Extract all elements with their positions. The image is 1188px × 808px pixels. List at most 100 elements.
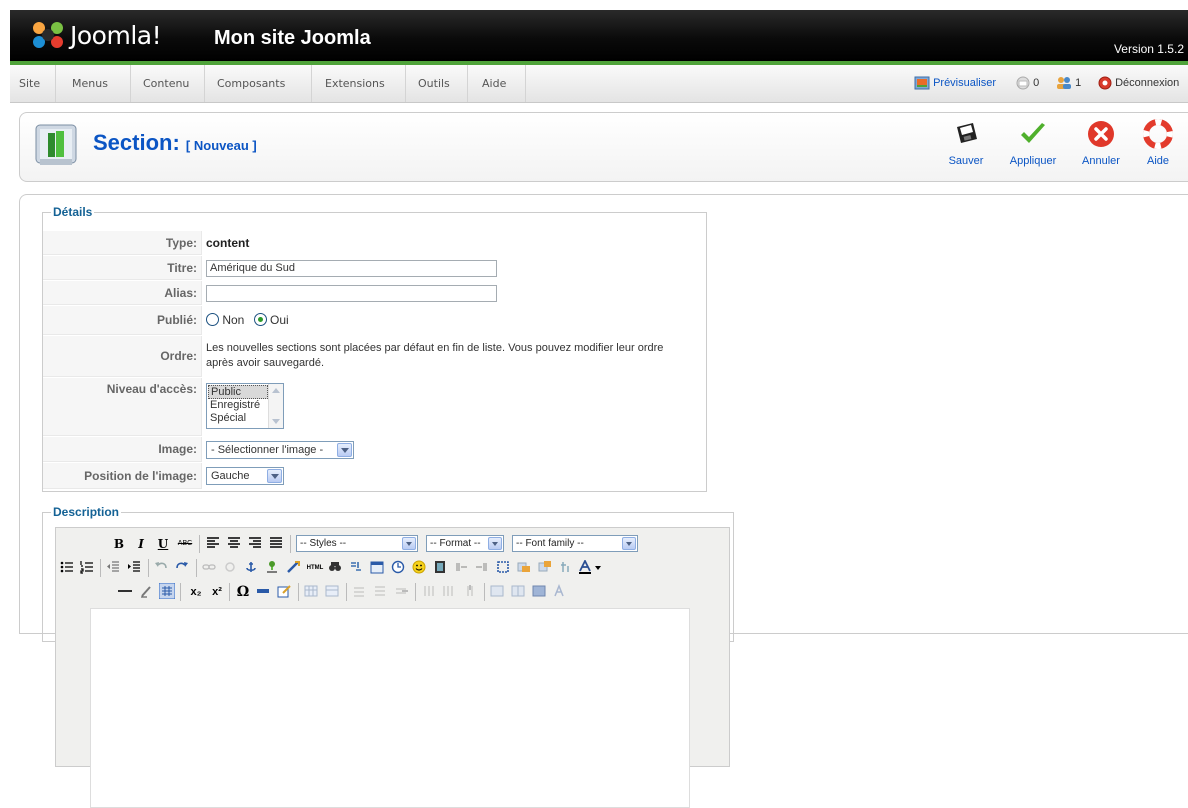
menu-composants[interactable]: Composants (205, 65, 312, 102)
header-bar: Joomla! Mon site Joomla Version 1.5.2 (10, 10, 1188, 61)
bold-button[interactable]: B (109, 534, 129, 554)
description-fieldset: Description B I U ABC -- Styles -- -- Fo… (42, 505, 734, 808)
absolute-icon[interactable] (538, 560, 552, 574)
logout-link[interactable]: Déconnexion (1098, 65, 1179, 102)
scroll-up-icon (272, 388, 280, 393)
undo-icon[interactable] (154, 560, 168, 574)
format-select-value: -- Format -- (430, 538, 481, 549)
delete-col-icon[interactable] (463, 584, 477, 598)
alias-input[interactable] (206, 285, 497, 302)
special-char-button[interactable]: Ω (233, 582, 253, 602)
media-icon[interactable] (433, 560, 447, 574)
menu-site[interactable]: Site (10, 65, 56, 102)
cleanup-icon[interactable] (286, 560, 300, 574)
html-button[interactable]: HTML (305, 558, 325, 578)
messages-status[interactable]: 0 (1016, 65, 1039, 102)
redo-icon[interactable] (175, 560, 189, 574)
cancel-button[interactable]: Annuler (1077, 119, 1125, 179)
align-center-icon[interactable] (227, 536, 241, 550)
superscript-button[interactable]: x² (207, 582, 227, 602)
table-props-icon[interactable] (325, 584, 339, 598)
alias-label: Alias: (43, 281, 202, 305)
joomla-logo-icon (33, 22, 63, 48)
edit-icon[interactable] (277, 584, 291, 598)
horizontal-rule-icon[interactable] (118, 584, 132, 598)
separator (290, 535, 291, 553)
anchor-icon[interactable] (244, 560, 258, 574)
style-props-icon[interactable] (559, 560, 573, 574)
published-no-radio[interactable] (206, 313, 219, 326)
image-position-select[interactable]: Gauche (206, 467, 284, 485)
order-text: Les nouvelles sections sont placées par … (206, 342, 664, 369)
subscript-button[interactable]: x₂ (186, 582, 206, 602)
image-select[interactable]: - Sélectionner l'image - (206, 441, 354, 459)
indent-icon[interactable] (127, 560, 141, 574)
type-value: content (206, 236, 250, 250)
menu-extensions[interactable]: Extensions (312, 65, 406, 102)
save-button[interactable]: Sauver (944, 119, 988, 179)
align-right-icon[interactable] (248, 536, 262, 550)
order-label: Ordre: (43, 336, 202, 377)
menu-contenu[interactable]: Contenu (131, 65, 205, 102)
link-icon[interactable] (202, 560, 216, 574)
separator (298, 583, 299, 601)
format-select[interactable]: -- Format -- (426, 535, 504, 552)
access-option-special[interactable]: Spécial (210, 412, 246, 425)
preview-link[interactable]: Prévisualiser (914, 65, 996, 102)
cancel-button-label: Annuler (1082, 155, 1120, 167)
delete-row-icon[interactable] (394, 584, 408, 598)
row-before-icon[interactable] (352, 584, 366, 598)
chevron-down-icon[interactable] (595, 566, 601, 570)
search-icon[interactable] (328, 560, 342, 574)
layer-icon[interactable] (517, 560, 531, 574)
visual-aid-icon[interactable] (159, 583, 175, 599)
logout-icon (1098, 76, 1112, 90)
access-option-registered[interactable]: Enregistré (210, 399, 260, 412)
unlink-icon[interactable] (223, 560, 237, 574)
merge-cells-icon[interactable] (511, 584, 525, 598)
insert-time-icon[interactable] (391, 560, 405, 574)
menu-menus[interactable]: Menus (56, 65, 131, 102)
remove-format-icon[interactable] (139, 584, 153, 598)
users-status[interactable]: 1 (1056, 65, 1081, 102)
insert-date-icon[interactable] (370, 560, 384, 574)
outdent-icon[interactable] (106, 560, 120, 574)
align-justify-icon[interactable] (269, 536, 283, 550)
title-input[interactable]: Amérique du Sud (206, 260, 497, 277)
italic-button[interactable]: I (131, 534, 151, 554)
spellcheck-icon[interactable] (553, 584, 567, 598)
access-scrollbar[interactable] (268, 384, 283, 428)
fullscreen-icon[interactable] (496, 560, 510, 574)
published-yes-radio[interactable] (253, 313, 267, 326)
help-button[interactable]: Aide (1138, 119, 1178, 179)
replace-icon[interactable] (349, 560, 363, 574)
row-after-icon[interactable] (373, 584, 387, 598)
numbered-list-icon[interactable] (80, 560, 94, 574)
table-icon[interactable] (304, 584, 318, 598)
section-page-icon (35, 124, 77, 165)
details-fieldset: Détails Type: content Titre: Amérique du… (42, 205, 707, 492)
col-before-icon[interactable] (421, 584, 435, 598)
save-icon (957, 123, 977, 143)
menu-aide[interactable]: Aide (468, 65, 526, 102)
access-option-public[interactable]: Public (208, 385, 268, 399)
bullet-list-icon[interactable] (60, 560, 74, 574)
emoticon-icon[interactable] (412, 560, 426, 574)
align-left-icon[interactable] (206, 536, 220, 550)
apply-button[interactable]: Appliquer (1004, 119, 1062, 179)
cell-props-icon[interactable] (532, 584, 546, 598)
col-after-icon[interactable] (442, 584, 456, 598)
strikethrough-button[interactable]: ABC (175, 534, 195, 554)
styles-select[interactable]: -- Styles -- (296, 535, 418, 552)
image-insert-icon[interactable] (265, 560, 279, 574)
font-family-select[interactable]: -- Font family -- (512, 535, 638, 552)
menu-outils[interactable]: Outils (406, 65, 468, 102)
text-color-icon[interactable] (578, 560, 592, 574)
ltr-icon[interactable] (454, 560, 468, 574)
access-listbox[interactable]: Public Enregistré Spécial (206, 383, 284, 429)
underline-button[interactable]: U (153, 534, 173, 554)
insert-rule-icon[interactable] (256, 584, 270, 598)
split-cells-icon[interactable] (490, 584, 504, 598)
rtl-icon[interactable] (475, 560, 489, 574)
editor-content-area[interactable] (90, 608, 690, 808)
